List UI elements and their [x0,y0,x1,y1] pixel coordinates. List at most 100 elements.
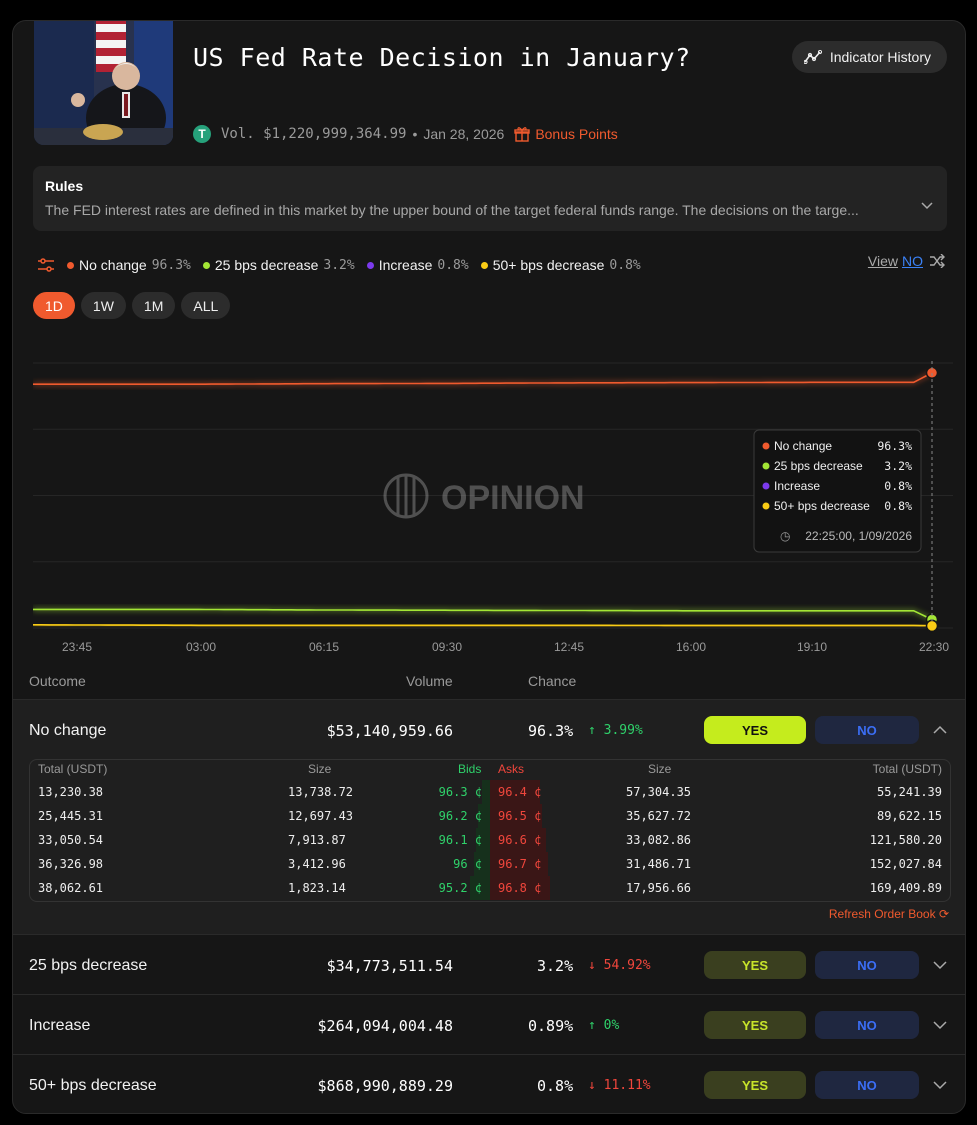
legend-dot [202,261,210,269]
tooltip-label: 50+ bps decrease [774,499,870,513]
buy-yes-button[interactable]: YES [704,1011,806,1039]
x-tick-label: 12:45 [554,640,584,651]
watermark-text: OPINION [441,479,585,517]
refresh-order-book[interactable]: Refresh Order Book ⟳ [829,907,949,921]
bid-price: 96.3 ¢ [438,785,482,799]
outcome-delta: ↓ 11.11% [588,1078,651,1093]
outcome-volume: $868,990,889.29 [317,1077,453,1095]
order-book-row[interactable]: 36,326.98 3,412.96 96 ¢ 96.7 ¢ 31,486.71 152,… [30,852,950,876]
price-chart[interactable]: OPINION 23:45 03:00 06:15 09:30 12:45 16:00 19… [33,331,953,651]
tooltip-label: Increase [774,479,820,493]
rules-panel[interactable]: Rules The FED interest rates are defined… [33,166,947,231]
bid-total: 25,445.31 [38,809,104,823]
order-book-row[interactable]: 33,050.54 7,913.87 96.1 ¢ 96.6 ¢ 33,082.86 12… [30,828,950,852]
outcome-volume: $53,140,959.66 [326,722,453,740]
rules-heading: Rules [45,178,84,194]
market-end-date: Jan 28, 2026 [423,126,505,142]
range-selector: 1D 1W 1M ALL [33,292,231,319]
range-1w[interactable]: 1W [80,292,126,319]
tooltip-value: 3.2% [884,459,912,473]
outcome-delta: ↑ 3.99% [588,723,643,738]
tooltip-dot [762,442,770,450]
shuffle-icon [930,254,945,268]
x-tick-label: 03:00 [186,640,216,651]
legend-label: Increase [378,257,433,273]
tooltip-value: 96.3% [877,439,912,453]
filter-sliders-icon[interactable] [37,257,55,273]
series-line-0 [33,372,933,385]
x-tick-label: 23:45 [62,640,92,651]
col-size-asks: Size [648,762,672,776]
buy-no-button[interactable]: NO [815,951,919,979]
order-book-row[interactable]: 25,445.31 12,697.43 96.2 ¢ 96.5 ¢ 35,627.72 8… [30,804,950,828]
buy-yes-button[interactable]: YES [704,951,806,979]
col-total-asks: Total (USDT) [872,762,942,776]
outcome-name: 50+ bps decrease [29,1077,157,1094]
legend-pct: 0.8% [437,257,469,273]
legend-label: 25 bps decrease [214,257,319,273]
chevron-up-icon[interactable] [933,725,947,734]
buy-yes-button[interactable]: YES [704,1071,806,1099]
chevron-down-icon[interactable] [933,961,947,970]
ask-total: 121,580.20 [869,833,942,847]
range-1d[interactable]: 1D [33,292,75,319]
chart-legend: No change 96.3% 25 bps decrease 3.2% Incre… [37,257,641,273]
order-book-row[interactable]: 13,230.38 13,738.72 96.3 ¢ 96.4 ¢ 57,304.35 5… [30,780,950,804]
x-tick-label: 06:15 [309,640,339,651]
order-book-row[interactable]: 38,062.61 1,823.14 95.2 ¢ 96.8 ¢ 17,956.66 16… [30,876,950,900]
outcome-chance: 0.8% [537,1077,574,1095]
bid-size: 7,913.87 [288,833,346,847]
legend-item-increase[interactable]: Increase 0.8% [366,257,469,273]
view-no-label: NO [902,253,923,269]
bid-price: 96 ¢ [453,857,482,871]
market-volume: Vol. $1,220,999,364.99 [221,126,407,142]
legend-item-25bps[interactable]: 25 bps decrease 3.2% [202,257,355,273]
tooltip-value: 0.8% [884,499,912,513]
indicator-history-label: Indicator History [829,49,931,65]
ask-size: 17,956.66 [626,881,692,895]
range-all[interactable]: ALL [181,292,231,319]
ask-price: 96.8 ¢ [498,881,542,895]
tether-icon: T [193,125,211,143]
view-no-toggle[interactable]: View NO [868,253,945,269]
legend-dot [480,261,488,269]
refresh-icon: ⟳ [938,907,949,921]
tooltip-dot [762,482,770,490]
indicator-history-button[interactable]: Indicator History [791,41,947,73]
legend-item-50bps[interactable]: 50+ bps decrease 0.8% [480,257,641,273]
bid-price: 96.1 ¢ [438,833,482,847]
bid-price: 96.2 ¢ [438,809,482,823]
chevron-down-icon[interactable] [933,1081,947,1090]
legend-item-no-change[interactable]: No change 96.3% [67,257,191,273]
bonus-points-link[interactable]: Bonus Points [514,126,618,142]
ask-size: 31,486.71 [626,857,692,871]
legend-dot [67,261,74,269]
series-line-3 [33,624,933,627]
bid-size: 3,412.96 [288,857,346,871]
buy-no-button[interactable]: NO [815,716,919,744]
outcome-volume: $34,773,511.54 [326,957,453,975]
bonus-points-label: Bonus Points [535,126,618,142]
tooltip-dot [762,502,770,510]
market-title: US Fed Rate Decision in January? [193,43,691,72]
chevron-down-icon[interactable] [933,1021,947,1030]
rules-text: The FED interest rates are defined in th… [45,202,859,218]
buy-no-button[interactable]: NO [815,1011,919,1039]
bid-total: 33,050.54 [38,833,104,847]
buy-no-button[interactable]: NO [815,1071,919,1099]
outcome-chance: 3.2% [537,957,574,975]
chart-tooltip: No change 96.3% 25 bps decrease 3.2% Increas… [753,429,922,553]
chevron-down-icon[interactable] [921,202,933,210]
outcome-row-25bps[interactable]: 25 bps decrease $34,773,511.54 3.2% ↓ 54… [13,934,965,994]
buy-yes-button[interactable]: YES [704,716,806,744]
meta-separator: • [412,126,418,142]
x-tick-label: 16:00 [676,640,706,651]
legend-pct: 96.3% [151,257,191,273]
outcome-delta: ↑ 0% [588,1018,620,1033]
x-tick-label: 22:30 [919,640,949,651]
bid-depth-bar [482,780,490,804]
range-1m[interactable]: 1M [131,292,176,319]
outcome-row-increase[interactable]: Increase $264,094,004.48 0.89% ↑ 0% YES … [13,994,965,1054]
outcome-row-50bps[interactable]: 50+ bps decrease $868,990,889.29 0.8% ↓ … [13,1054,965,1113]
col-volume: Volume [406,673,453,689]
